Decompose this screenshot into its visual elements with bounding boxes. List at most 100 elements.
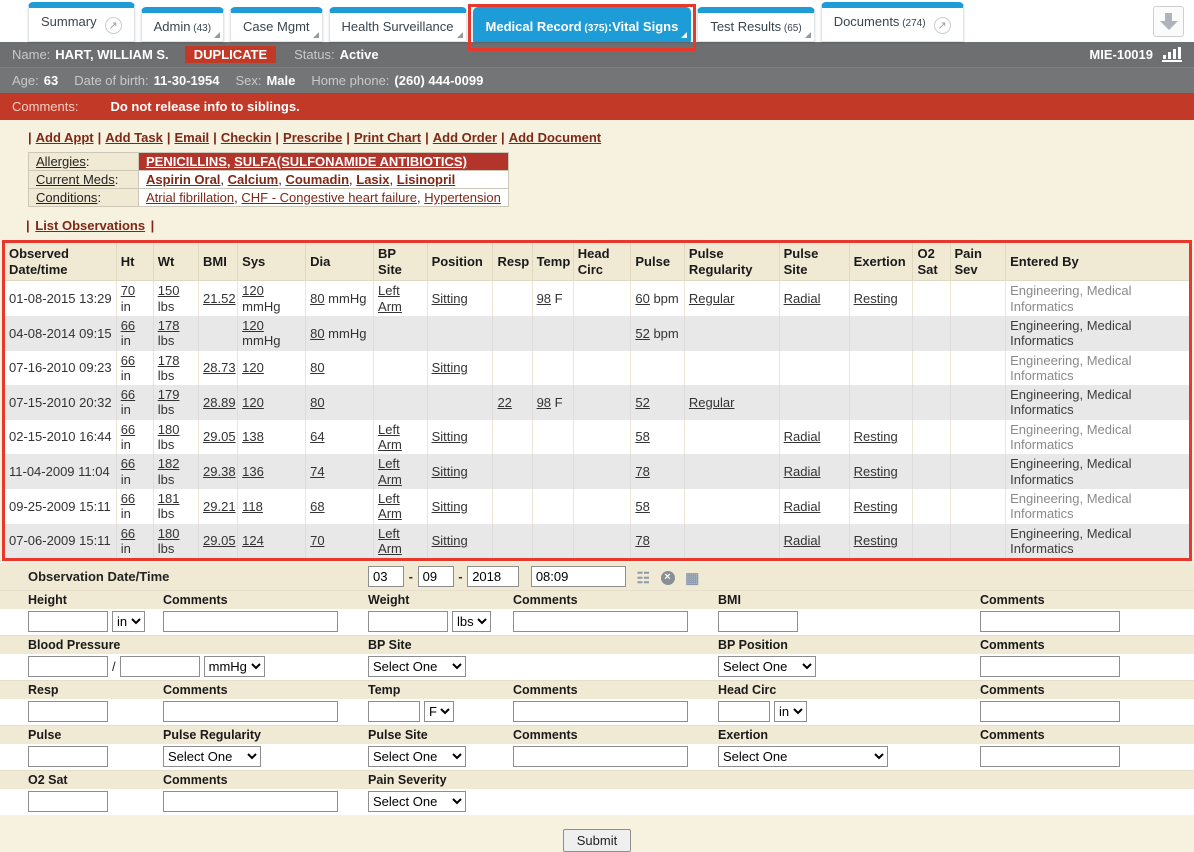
value-link[interactable]: Resting bbox=[854, 533, 898, 548]
allergy-link-penicillins[interactable]: PENICILLINS bbox=[146, 154, 227, 169]
open-new-window-icon[interactable]: ↗ bbox=[934, 17, 951, 34]
value-link[interactable]: 28.73 bbox=[203, 360, 236, 375]
value-link[interactable]: 138 bbox=[242, 429, 264, 444]
weight-input[interactable] bbox=[368, 611, 448, 632]
value-link[interactable]: Radial bbox=[784, 533, 821, 548]
time-input[interactable] bbox=[531, 566, 626, 587]
value-link[interactable]: 29.05 bbox=[203, 429, 236, 444]
clear-datetime-icon[interactable]: × bbox=[661, 571, 675, 585]
bmi-input[interactable] bbox=[718, 611, 798, 632]
med-link-coumadin[interactable]: Coumadin bbox=[285, 172, 349, 187]
height-unit-select[interactable]: in bbox=[112, 611, 145, 632]
value-link[interactable]: 182 bbox=[158, 456, 180, 471]
date-year-input[interactable] bbox=[467, 566, 519, 587]
value-link[interactable]: Sitting bbox=[432, 429, 468, 444]
value-link[interactable]: 22 bbox=[497, 395, 511, 410]
action-link-prescribe[interactable]: Prescribe bbox=[283, 130, 342, 145]
action-link-print-chart[interactable]: Print Chart bbox=[354, 130, 421, 145]
value-link[interactable]: 66 bbox=[121, 491, 135, 506]
bmi-comments-input[interactable] bbox=[980, 611, 1120, 632]
action-link-add-task[interactable]: Add Task bbox=[105, 130, 163, 145]
value-link[interactable]: 66 bbox=[121, 456, 135, 471]
value-link[interactable]: Regular bbox=[689, 395, 735, 410]
value-link[interactable]: Left Arm bbox=[378, 422, 402, 452]
exertion-comments-input[interactable] bbox=[980, 746, 1120, 767]
value-link[interactable]: Sitting bbox=[432, 533, 468, 548]
date-day-input[interactable] bbox=[418, 566, 454, 587]
current-meds-link[interactable]: Current Meds bbox=[36, 172, 115, 187]
med-link-aspirin-oral[interactable]: Aspirin Oral bbox=[146, 172, 220, 187]
value-link[interactable]: Radial bbox=[784, 464, 821, 479]
value-link[interactable]: 58 bbox=[635, 499, 649, 514]
tab-admin[interactable]: Admin (43) bbox=[141, 7, 224, 42]
o2-sat-comments-input[interactable] bbox=[163, 791, 338, 812]
value-link[interactable]: 28.89 bbox=[203, 395, 236, 410]
value-link[interactable]: 150 bbox=[158, 283, 180, 298]
weight-unit-select[interactable]: lbs bbox=[452, 611, 491, 632]
resp-input[interactable] bbox=[28, 701, 108, 722]
o2-sat-input[interactable] bbox=[28, 791, 108, 812]
value-link[interactable]: 80 bbox=[310, 360, 324, 375]
pain-severity-select[interactable]: Select One bbox=[368, 791, 466, 812]
value-link[interactable]: Radial bbox=[784, 499, 821, 514]
med-link-calcium[interactable]: Calcium bbox=[228, 172, 279, 187]
value-link[interactable]: 60 bbox=[635, 291, 649, 306]
value-link[interactable]: Resting bbox=[854, 291, 898, 306]
action-link-add-appt[interactable]: Add Appt bbox=[36, 130, 94, 145]
bp-position-select[interactable]: Select One bbox=[718, 656, 816, 677]
value-link[interactable]: 29.21 bbox=[203, 499, 236, 514]
height-input[interactable] bbox=[28, 611, 108, 632]
weight-comments-input[interactable] bbox=[513, 611, 688, 632]
allergy-link-sulfa-sulfonamide-antibiotics[interactable]: SULFA(SULFONAMIDE ANTIBIOTICS) bbox=[234, 154, 467, 169]
value-link[interactable]: 120 bbox=[242, 395, 264, 410]
head-circ-unit-select[interactable]: in bbox=[774, 701, 807, 722]
value-link[interactable]: Left Arm bbox=[378, 491, 402, 521]
value-link[interactable]: 78 bbox=[635, 533, 649, 548]
value-link[interactable]: Left Arm bbox=[378, 456, 402, 486]
value-link[interactable]: 120 bbox=[242, 360, 264, 375]
pulse-comments-input[interactable] bbox=[513, 746, 688, 767]
value-link[interactable]: 118 bbox=[242, 499, 263, 514]
condition-link-hypertension[interactable]: Hypertension bbox=[424, 190, 501, 205]
value-link[interactable]: 70 bbox=[310, 533, 324, 548]
date-month-input[interactable] bbox=[368, 566, 404, 587]
tab-summary[interactable]: Summary↗ bbox=[28, 2, 135, 42]
value-link[interactable]: 80 bbox=[310, 291, 324, 306]
value-link[interactable]: 80 bbox=[310, 326, 324, 341]
tab-test-results[interactable]: Test Results (65) bbox=[697, 7, 814, 42]
value-link[interactable]: 66 bbox=[121, 387, 135, 402]
value-link[interactable]: 98 bbox=[537, 291, 551, 306]
value-link[interactable]: Resting bbox=[854, 464, 898, 479]
value-link[interactable]: Regular bbox=[689, 291, 735, 306]
value-link[interactable]: 29.05 bbox=[203, 533, 236, 548]
temp-unit-select[interactable]: F bbox=[424, 701, 454, 722]
pulse-input[interactable] bbox=[28, 746, 108, 767]
value-link[interactable]: 66 bbox=[121, 422, 135, 437]
bp-systolic-input[interactable] bbox=[28, 656, 108, 677]
pulse-site-select[interactable]: Select One bbox=[368, 746, 466, 767]
value-link[interactable]: Resting bbox=[854, 499, 898, 514]
exertion-select[interactable]: Select One bbox=[718, 746, 888, 767]
med-link-lasix[interactable]: Lasix bbox=[356, 172, 389, 187]
allergies-link[interactable]: Allergies bbox=[36, 154, 86, 169]
med-link-lisinopril[interactable]: Lisinopril bbox=[397, 172, 456, 187]
value-link[interactable]: 66 bbox=[121, 526, 135, 541]
value-link[interactable]: 179 bbox=[158, 387, 180, 402]
action-link-email[interactable]: Email bbox=[174, 130, 209, 145]
value-link[interactable]: 120 bbox=[242, 283, 264, 298]
value-link[interactable]: Sitting bbox=[432, 360, 468, 375]
condition-link-atrial-fibrillation[interactable]: Atrial fibrillation bbox=[146, 190, 234, 205]
tab-health-surveillance[interactable]: Health Surveillance bbox=[329, 7, 467, 42]
list-observations-link[interactable]: List Observations bbox=[35, 218, 145, 233]
value-link[interactable]: 80 bbox=[310, 395, 324, 410]
pulse-regularity-select[interactable]: Select One bbox=[163, 746, 261, 767]
value-link[interactable]: 74 bbox=[310, 464, 324, 479]
temp-input[interactable] bbox=[368, 701, 420, 722]
value-link[interactable]: Sitting bbox=[432, 464, 468, 479]
action-link-add-order[interactable]: Add Order bbox=[433, 130, 497, 145]
value-link[interactable]: 29.38 bbox=[203, 464, 236, 479]
height-comments-input[interactable] bbox=[163, 611, 338, 632]
value-link[interactable]: 68 bbox=[310, 499, 324, 514]
value-link[interactable]: 66 bbox=[121, 353, 135, 368]
value-link[interactable]: 58 bbox=[635, 429, 649, 444]
